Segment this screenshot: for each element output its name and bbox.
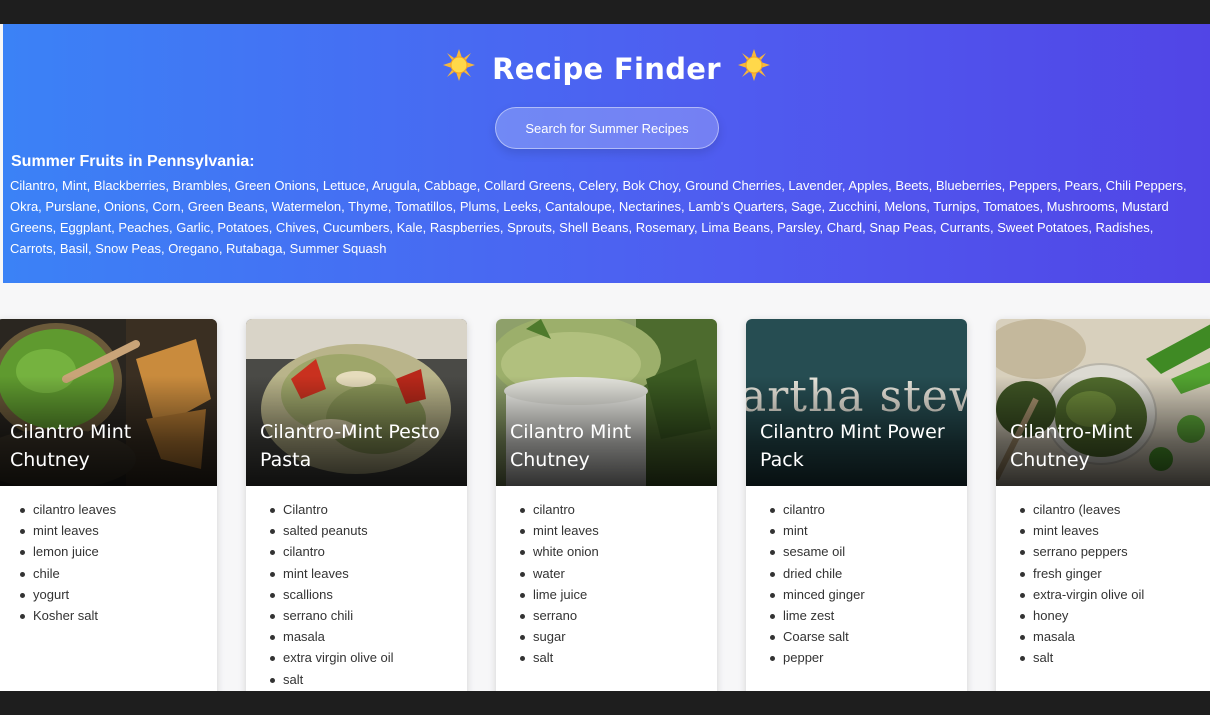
- ingredient-item: yogurt: [20, 584, 217, 605]
- ingredient-item: salted peanuts: [270, 520, 467, 541]
- fruits-heading: Summer Fruits in Pennsylvania:: [11, 153, 255, 170]
- ingredient-item: salt: [270, 669, 467, 690]
- ingredient-item: extra virgin olive oil: [270, 647, 467, 668]
- recipe-image: Cilantro Mint Chutney: [496, 319, 717, 486]
- ingredient-item: salt: [520, 647, 717, 668]
- recipe-title[interactable]: Cilantro-Mint Pesto Pasta: [260, 418, 459, 474]
- hero-header: Recipe Finder Search for Summer Recipes …: [3, 24, 1210, 283]
- ingredient-item: sesame oil: [770, 541, 967, 562]
- ingredient-item: serrano chili: [270, 605, 467, 626]
- ingredient-item: minced ginger: [770, 584, 967, 605]
- ingredient-item: cilantro (leaves: [1020, 499, 1210, 520]
- ingredient-item: dried chile: [770, 563, 967, 584]
- ingredient-item: cilantro: [520, 499, 717, 520]
- ingredient-item: chile: [20, 563, 217, 584]
- sun-icon: [737, 48, 771, 82]
- recipe-card[interactable]: Cilantro-Mint Pesto Pasta Cilantro salte…: [246, 319, 467, 691]
- recipe-image: Cilantro-Mint Pesto Pasta: [246, 319, 467, 486]
- title-row: Recipe Finder: [3, 49, 1210, 86]
- recipe-title[interactable]: Cilantro-Mint Chutney: [1010, 418, 1209, 474]
- ingredient-item: serrano: [520, 605, 717, 626]
- recipe-card[interactable]: Cilantro Mint Chutney cilantro leaves mi…: [0, 319, 217, 691]
- ingredient-item: scallions: [270, 584, 467, 605]
- recipe-title[interactable]: Cilantro Mint Chutney: [10, 418, 209, 474]
- search-recipes-button[interactable]: Search for Summer Recipes: [495, 107, 719, 149]
- ingredient-list: cilantro (leaves mint leaves serrano pep…: [996, 486, 1210, 669]
- app-title: Recipe Finder: [492, 52, 721, 86]
- ingredient-item: mint leaves: [520, 520, 717, 541]
- ingredient-item: mint: [770, 520, 967, 541]
- ingredient-item: lime juice: [520, 584, 717, 605]
- recipe-image: Cilantro-Mint Chutney: [996, 319, 1210, 486]
- ingredient-list: cilantro leaves mint leaves lemon juice …: [0, 486, 217, 626]
- recipe-cards: Cilantro Mint Chutney cilantro leaves mi…: [0, 319, 1210, 691]
- ingredient-list: cilantro mint sesame oil dried chile min…: [746, 486, 967, 669]
- ingredient-item: mint leaves: [20, 520, 217, 541]
- ingredient-item: cilantro: [270, 541, 467, 562]
- publisher-logo-text: artha stewa: [746, 371, 967, 422]
- ingredient-item: extra-virgin olive oil: [1020, 584, 1210, 605]
- recipe-title[interactable]: Cilantro Mint Chutney: [510, 418, 709, 474]
- ingredient-item: Coarse salt: [770, 626, 967, 647]
- ingredient-item: Cilantro: [270, 499, 467, 520]
- ingredient-list: cilantro mint leaves white onion water l…: [496, 486, 717, 669]
- ingredient-item: mint leaves: [1020, 520, 1210, 541]
- recipe-card[interactable]: Cilantro-Mint Chutney cilantro (leaves m…: [996, 319, 1210, 691]
- ingredient-item: Kosher salt: [20, 605, 217, 626]
- recipe-card[interactable]: Cilantro Mint Chutney cilantro mint leav…: [496, 319, 717, 691]
- ingredient-item: honey: [1020, 605, 1210, 626]
- sun-icon: [442, 48, 476, 82]
- ingredient-item: fresh ginger: [1020, 563, 1210, 584]
- recipe-image: Cilantro Mint Chutney: [0, 319, 217, 486]
- app-viewport: Recipe Finder Search for Summer Recipes …: [0, 24, 1210, 691]
- ingredient-item: serrano peppers: [1020, 541, 1210, 562]
- recipe-image: artha stewa Cilantro Mint Power Pack: [746, 319, 967, 486]
- ingredient-item: sugar: [520, 626, 717, 647]
- ingredient-list: Cilantro salted peanuts cilantro mint le…: [246, 486, 467, 690]
- ingredient-item: cilantro leaves: [20, 499, 217, 520]
- recipe-title[interactable]: Cilantro Mint Power Pack: [760, 418, 959, 474]
- ingredient-item: lime zest: [770, 605, 967, 626]
- fruits-list: Cilantro, Mint, Blackberries, Brambles, …: [10, 178, 1187, 256]
- ingredient-item: masala: [270, 626, 467, 647]
- ingredient-item: cilantro: [770, 499, 967, 520]
- recipe-card[interactable]: artha stewa Cilantro Mint Power Pack cil…: [746, 319, 967, 691]
- ingredient-item: masala: [1020, 626, 1210, 647]
- ingredient-item: lemon juice: [20, 541, 217, 562]
- ingredient-item: mint leaves: [270, 563, 467, 584]
- ingredient-item: white onion: [520, 541, 717, 562]
- ingredient-item: water: [520, 563, 717, 584]
- ingredient-item: pepper: [770, 647, 967, 668]
- ingredient-item: salt: [1020, 647, 1210, 668]
